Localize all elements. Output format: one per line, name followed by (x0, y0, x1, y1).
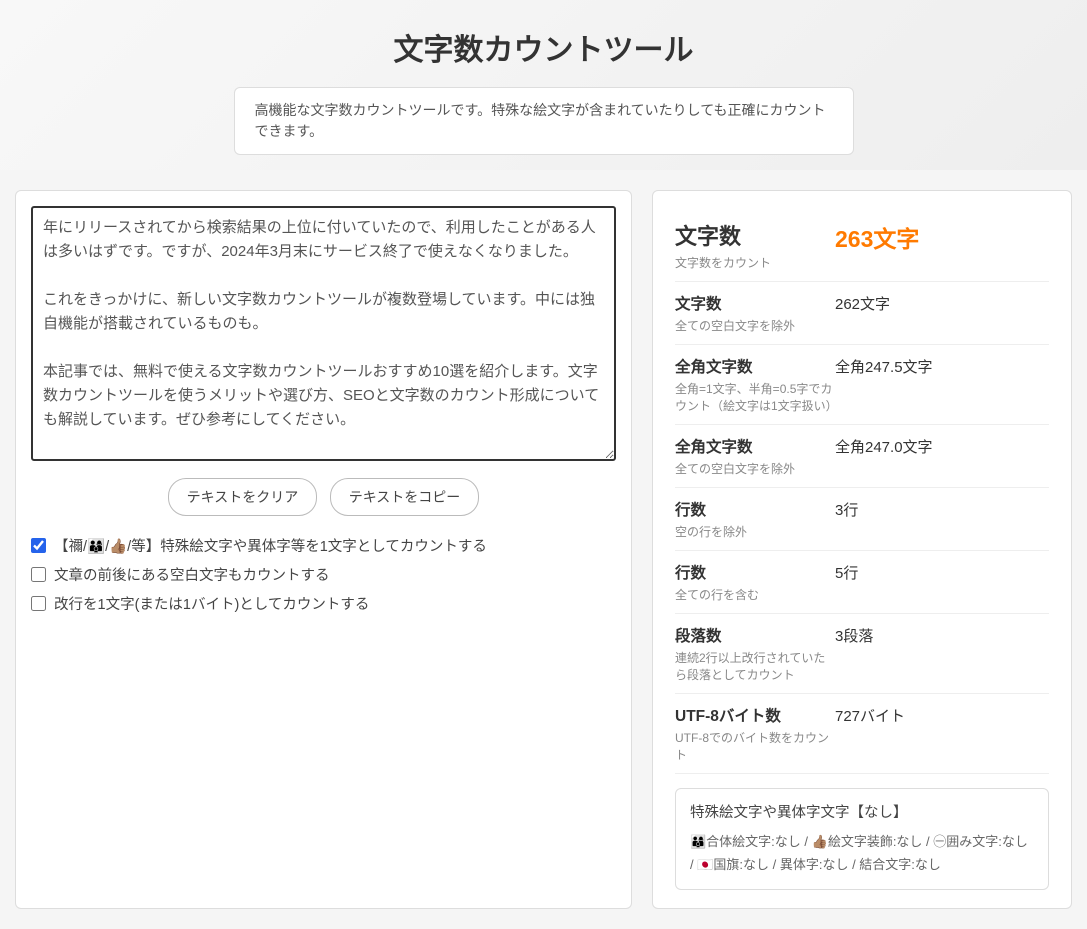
stat-label: 文字数 (675, 219, 835, 251)
stat-value: 727バイト (835, 705, 905, 726)
stat-char-count-main: 文字数 文字数をカウント 263文字 (675, 209, 1049, 282)
stat-lines-all: 行数 全ての行を含む 5行 (675, 551, 1049, 614)
special-chars-box: 特殊絵文字や異体字文字【なし】 👨‍👩‍👦合体絵文字:なし / 👍🏽絵文字装飾:… (675, 788, 1049, 890)
option-label: 改行を1文字(または1バイト)としてカウントする (54, 593, 369, 614)
option-label: 文章の前後にある空白文字もカウントする (54, 564, 330, 585)
clear-button[interactable]: テキストをクリア (168, 478, 318, 516)
stat-label: 行数 (675, 561, 835, 583)
stat-label: 行数 (675, 498, 835, 520)
description-box: 高機能な文字数カウントツールです。特殊な絵文字が含まれていたりしても正確にカウン… (234, 87, 854, 155)
checkbox-whitespace[interactable] (31, 567, 46, 582)
stat-sublabel: 全ての空白文字を除外 (675, 460, 835, 477)
option-whitespace[interactable]: 文章の前後にある空白文字もカウントする (31, 560, 616, 589)
stats-panel: 文字数 文字数をカウント 263文字 文字数 全ての空白文字を除外 262文字 … (652, 190, 1072, 909)
option-newline[interactable]: 改行を1文字(または1バイト)としてカウントする (31, 589, 616, 618)
option-special-chars[interactable]: 【禰/👨‍👩‍👦/👍🏽/等】特殊絵文字や異体字等を1文字としてカウントする (31, 531, 616, 560)
option-label: 【禰/👨‍👩‍👦/👍🏽/等】特殊絵文字や異体字等を1文字としてカウントする (54, 535, 487, 556)
stat-value: 263文字 (835, 220, 919, 254)
stat-lines: 行数 空の行を除外 3行 (675, 488, 1049, 551)
stat-label: 全角文字数 (675, 435, 835, 457)
stat-sublabel: 空の行を除外 (675, 523, 835, 540)
text-input[interactable] (31, 206, 616, 461)
stat-paragraphs: 段落数 連続2行以上改行されていたら段落としてカウント 3段落 (675, 614, 1049, 694)
special-details: 👨‍👩‍👦合体絵文字:なし / 👍🏽絵文字装飾:なし / ㊀囲み文字:なし / … (690, 830, 1034, 877)
stat-sublabel: 全ての空白文字を除外 (675, 317, 835, 334)
copy-button[interactable]: テキストをコピー (330, 478, 480, 516)
stat-label: 段落数 (675, 624, 835, 646)
stat-value: 3段落 (835, 625, 873, 646)
stat-label: 全角文字数 (675, 355, 835, 377)
stat-fullwidth: 全角文字数 全角=1文字、半角=0.5字でカウント（絵文字は1文字扱い） 全角2… (675, 345, 1049, 425)
stat-value: 全角247.5文字 (835, 356, 933, 377)
checkbox-special-chars[interactable] (31, 538, 46, 553)
stat-sublabel: UTF-8でのバイト数をカウント (675, 729, 835, 763)
stat-value: 262文字 (835, 293, 890, 314)
stat-fullwidth-no-space: 全角文字数 全ての空白文字を除外 全角247.0文字 (675, 425, 1049, 488)
stat-label: UTF-8バイト数 (675, 704, 835, 726)
stat-sublabel: 連続2行以上改行されていたら段落としてカウント (675, 649, 835, 683)
stat-value: 3行 (835, 499, 858, 520)
input-panel: テキストをクリア テキストをコピー 【禰/👨‍👩‍👦/👍🏽/等】特殊絵文字や異体… (15, 190, 632, 909)
stat-sublabel: 全ての行を含む (675, 586, 835, 603)
special-title: 特殊絵文字や異体字文字【なし】 (690, 801, 1034, 822)
stat-label: 文字数 (675, 292, 835, 314)
page-title: 文字数カウントツール (0, 25, 1087, 69)
stat-bytes: UTF-8バイト数 UTF-8でのバイト数をカウント 727バイト (675, 694, 1049, 774)
stat-sublabel: 全角=1文字、半角=0.5字でカウント（絵文字は1文字扱い） (675, 380, 835, 414)
stat-sublabel: 文字数をカウント (675, 254, 835, 271)
checkbox-newline[interactable] (31, 596, 46, 611)
stat-value: 全角247.0文字 (835, 436, 933, 457)
stat-value: 5行 (835, 562, 858, 583)
stat-char-count-no-space: 文字数 全ての空白文字を除外 262文字 (675, 282, 1049, 345)
